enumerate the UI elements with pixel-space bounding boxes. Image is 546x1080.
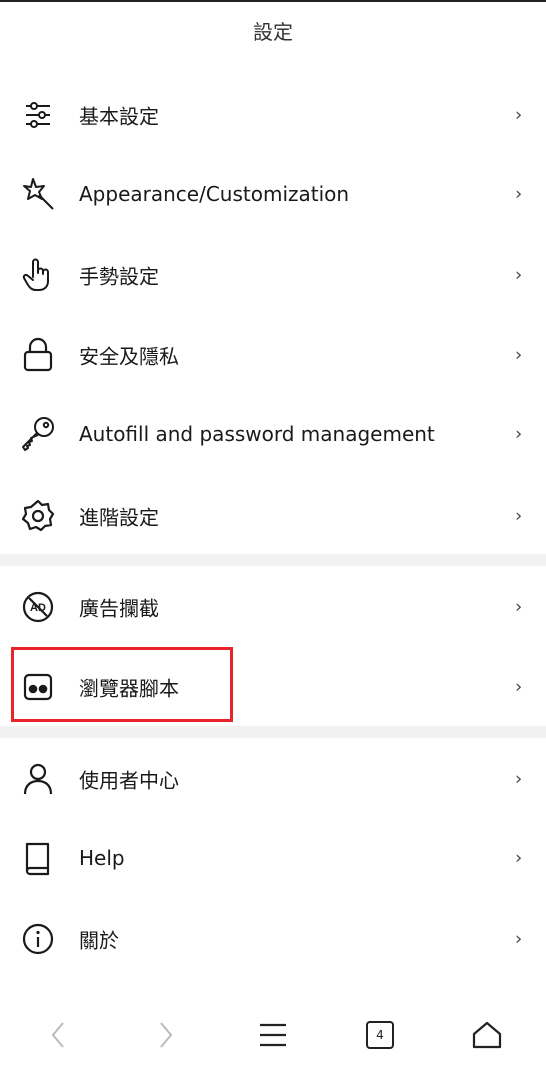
magic-wand-icon: [18, 174, 58, 214]
section-divider: [0, 726, 546, 738]
back-button[interactable]: [29, 1000, 89, 1070]
info-icon: [18, 919, 58, 959]
settings-item-security[interactable]: 安全及隱私 ›: [0, 315, 546, 395]
tab-count: 4: [376, 1028, 384, 1042]
section-divider: [0, 554, 546, 566]
lock-icon: [18, 335, 58, 375]
chevron-right-icon: ›: [515, 928, 523, 950]
settings-item-label: 廣告攔截: [79, 596, 159, 621]
hamburger-menu-icon: [258, 1022, 288, 1048]
forward-button[interactable]: [135, 1000, 195, 1070]
settings-item-label: 瀏覽器腳本: [79, 676, 179, 701]
gesture-hand-icon: [18, 255, 58, 295]
chevron-right-icon: ›: [515, 264, 523, 286]
chevron-right-icon: ›: [515, 676, 523, 698]
settings-item-label: 基本設定: [79, 104, 159, 129]
settings-item-label: 手勢設定: [79, 264, 159, 289]
settings-item-label: 使用者中心: [79, 768, 179, 793]
sliders-icon: [18, 95, 58, 135]
settings-item-label: 安全及隱私: [79, 344, 179, 369]
chevron-right-icon: ›: [515, 423, 523, 445]
settings-item-user-center[interactable]: 使用者中心 ›: [0, 739, 546, 819]
settings-item-about[interactable]: 關於 ›: [0, 899, 546, 979]
book-icon: [18, 838, 58, 878]
settings-item-autofill[interactable]: Autofill and password management ›: [0, 394, 546, 474]
settings-item-label: Appearance/Customization: [79, 182, 350, 206]
gear-icon: [18, 496, 58, 536]
tabs-icon: 4: [366, 1021, 394, 1049]
tabs-button[interactable]: 4: [350, 1000, 410, 1070]
settings-item-label: 進階設定: [79, 505, 159, 530]
settings-item-adblock[interactable]: AD 廣告攔截 ›: [0, 567, 546, 647]
settings-item-appearance[interactable]: Appearance/Customization ›: [0, 154, 546, 234]
settings-header: 設定: [0, 0, 546, 58]
bottom-navigation-bar: 4: [0, 1000, 546, 1070]
chevron-left-icon: [49, 1020, 69, 1050]
chevron-right-icon: ›: [515, 768, 523, 790]
chevron-right-icon: ›: [515, 596, 523, 618]
chevron-right-icon: ›: [515, 344, 523, 366]
settings-item-help[interactable]: Help ›: [0, 818, 546, 898]
settings-item-label: Help: [79, 846, 125, 870]
page-title: 設定: [253, 19, 293, 44]
chevron-right-icon: ›: [515, 847, 523, 869]
user-icon: [18, 759, 58, 799]
script-icon: [18, 667, 58, 707]
settings-item-browser-script[interactable]: 瀏覽器腳本 ›: [0, 647, 546, 727]
ad-block-icon: AD: [18, 587, 58, 627]
home-icon: [471, 1019, 503, 1051]
settings-item-basic[interactable]: 基本設定 ›: [0, 75, 546, 155]
settings-item-advanced[interactable]: 進階設定 ›: [0, 476, 546, 556]
home-button[interactable]: [457, 1000, 517, 1070]
settings-item-label: Autofill and password management: [79, 422, 435, 446]
menu-button[interactable]: [243, 1000, 303, 1070]
settings-item-gesture[interactable]: 手勢設定 ›: [0, 235, 546, 315]
chevron-right-icon: ›: [515, 104, 523, 126]
key-icon: [18, 414, 58, 454]
chevron-right-icon: ›: [515, 505, 523, 527]
settings-item-label: 關於: [79, 928, 119, 953]
chevron-right-icon: ›: [515, 183, 523, 205]
chevron-right-icon: [155, 1020, 175, 1050]
